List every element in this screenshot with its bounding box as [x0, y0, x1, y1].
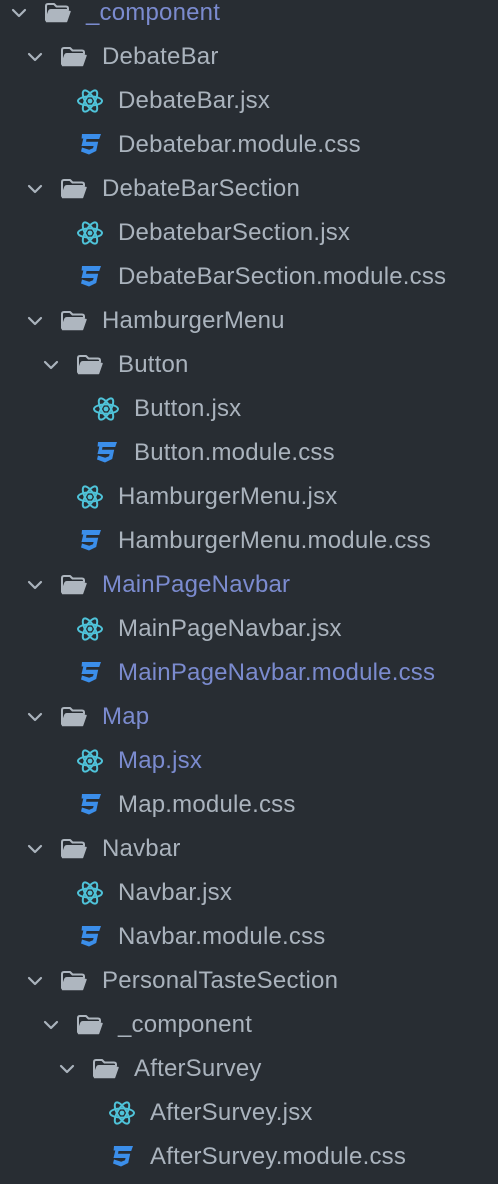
folder-row-hamburgermenu[interactable]: HamburgerMenu: [0, 299, 498, 343]
chevron-down-icon[interactable]: [24, 838, 46, 860]
react-icon: [76, 221, 104, 245]
file-row-navbar-module-css[interactable]: Navbar.module.css: [0, 915, 498, 959]
folder-row-component[interactable]: _component: [0, 1003, 498, 1047]
folder-row-debatebar[interactable]: DebateBar: [0, 35, 498, 79]
chevron-down-icon[interactable]: [8, 2, 30, 24]
file-label: Button.jsx: [134, 395, 242, 422]
chevron-down-icon[interactable]: [24, 46, 46, 68]
file-row-debatebarsection-module-css[interactable]: DebateBarSection.module.css: [0, 255, 498, 299]
folder-open-icon: [60, 309, 88, 333]
css3-icon: [108, 1145, 136, 1169]
chevron-down-icon[interactable]: [24, 178, 46, 200]
folder-open-icon: [76, 353, 104, 377]
folder-label: _component: [118, 1011, 253, 1038]
react-icon: [76, 617, 104, 641]
folder-open-icon: [60, 705, 88, 729]
folder-row-aftersurvey[interactable]: AfterSurvey: [0, 1047, 498, 1091]
file-label: AfterSurvey.module.css: [150, 1143, 407, 1170]
chevron-down-icon[interactable]: [24, 574, 46, 596]
file-label: Debatebar.module.css: [118, 131, 361, 158]
folder-row-component[interactable]: _component: [0, 0, 498, 35]
file-row-button-jsx[interactable]: Button.jsx: [0, 387, 498, 431]
folder-label: DebateBar: [102, 43, 219, 70]
file-row-button-module-css[interactable]: Button.module.css: [0, 431, 498, 475]
react-icon: [92, 397, 120, 421]
file-label: DebateBar.jsx: [118, 87, 271, 114]
file-label: Map.module.css: [118, 791, 296, 818]
folder-label: MainPageNavbar: [102, 571, 291, 598]
file-row-debatebarsection-jsx[interactable]: DebatebarSection.jsx: [0, 211, 498, 255]
react-icon: [76, 881, 104, 905]
folder-row-button[interactable]: Button: [0, 343, 498, 387]
file-row-debatebar-module-css[interactable]: Debatebar.module.css: [0, 123, 498, 167]
folder-label: DebateBarSection: [102, 175, 300, 202]
folder-open-icon: [60, 969, 88, 993]
folder-row-debatebarsection[interactable]: DebateBarSection: [0, 167, 498, 211]
folder-open-icon: [60, 573, 88, 597]
file-label: Navbar.jsx: [118, 879, 233, 906]
folder-label: _component: [86, 0, 221, 26]
file-explorer-tree: _component DebateBar DebateBar.jsx Debateba…: [0, 0, 498, 1184]
folder-row-map[interactable]: Map: [0, 695, 498, 739]
folder-open-icon: [60, 837, 88, 861]
folder-open-icon: [60, 177, 88, 201]
file-label: MainPageNavbar.jsx: [118, 615, 342, 642]
chevron-down-icon[interactable]: [24, 706, 46, 728]
react-icon: [76, 89, 104, 113]
file-row-debatebar-jsx[interactable]: DebateBar.jsx: [0, 79, 498, 123]
chevron-down-icon[interactable]: [24, 970, 46, 992]
file-label: HamburgerMenu.module.css: [118, 527, 431, 554]
css3-icon: [92, 441, 120, 465]
css3-icon: [76, 925, 104, 949]
css3-icon: [76, 793, 104, 817]
file-label: MainPageNavbar.module.css: [118, 659, 436, 686]
file-row-mainpagenavbar-jsx[interactable]: MainPageNavbar.jsx: [0, 607, 498, 651]
chevron-down-icon[interactable]: [40, 1014, 62, 1036]
file-row-mainpagenavbar-module-css[interactable]: MainPageNavbar.module.css: [0, 651, 498, 695]
css3-icon: [76, 529, 104, 553]
chevron-down-icon[interactable]: [56, 1058, 78, 1080]
file-label: DebatebarSection.jsx: [118, 219, 351, 246]
chevron-down-icon[interactable]: [24, 310, 46, 332]
file-row-navbar-jsx[interactable]: Navbar.jsx: [0, 871, 498, 915]
file-label: Button.module.css: [134, 439, 335, 466]
chevron-down-icon[interactable]: [40, 354, 62, 376]
file-row-hamburgermenu-jsx[interactable]: HamburgerMenu.jsx: [0, 475, 498, 519]
folder-open-icon: [44, 1, 72, 25]
react-icon: [76, 485, 104, 509]
folder-open-icon: [92, 1057, 120, 1081]
file-row-aftersurvey-jsx[interactable]: AfterSurvey.jsx: [0, 1091, 498, 1135]
css3-icon: [76, 133, 104, 157]
folder-label: Button: [118, 351, 189, 378]
file-row-map-module-css[interactable]: Map.module.css: [0, 783, 498, 827]
folder-row-mainpagenavbar[interactable]: MainPageNavbar: [0, 563, 498, 607]
folder-open-icon: [76, 1013, 104, 1037]
file-row-map-jsx[interactable]: Map.jsx: [0, 739, 498, 783]
folder-row-navbar[interactable]: Navbar: [0, 827, 498, 871]
folder-label: AfterSurvey: [134, 1055, 262, 1082]
file-label: DebateBarSection.module.css: [118, 263, 447, 290]
file-row-aftersurvey-module-css[interactable]: AfterSurvey.module.css: [0, 1135, 498, 1179]
file-row-hamburgermenu-module-css[interactable]: HamburgerMenu.module.css: [0, 519, 498, 563]
folder-open-icon: [60, 45, 88, 69]
file-label: Navbar.module.css: [118, 923, 326, 950]
folder-label: PersonalTasteSection: [102, 967, 339, 994]
file-label: HamburgerMenu.jsx: [118, 483, 338, 510]
folder-label: HamburgerMenu: [102, 307, 285, 334]
css3-icon: [76, 661, 104, 685]
react-icon: [76, 749, 104, 773]
react-icon: [108, 1101, 136, 1125]
file-label: Map.jsx: [118, 747, 203, 774]
folder-label: Navbar: [102, 835, 181, 862]
folder-row-personaltastesection[interactable]: PersonalTasteSection: [0, 959, 498, 1003]
file-label: AfterSurvey.jsx: [150, 1099, 313, 1126]
css3-icon: [76, 265, 104, 289]
folder-label: Map: [102, 703, 150, 730]
